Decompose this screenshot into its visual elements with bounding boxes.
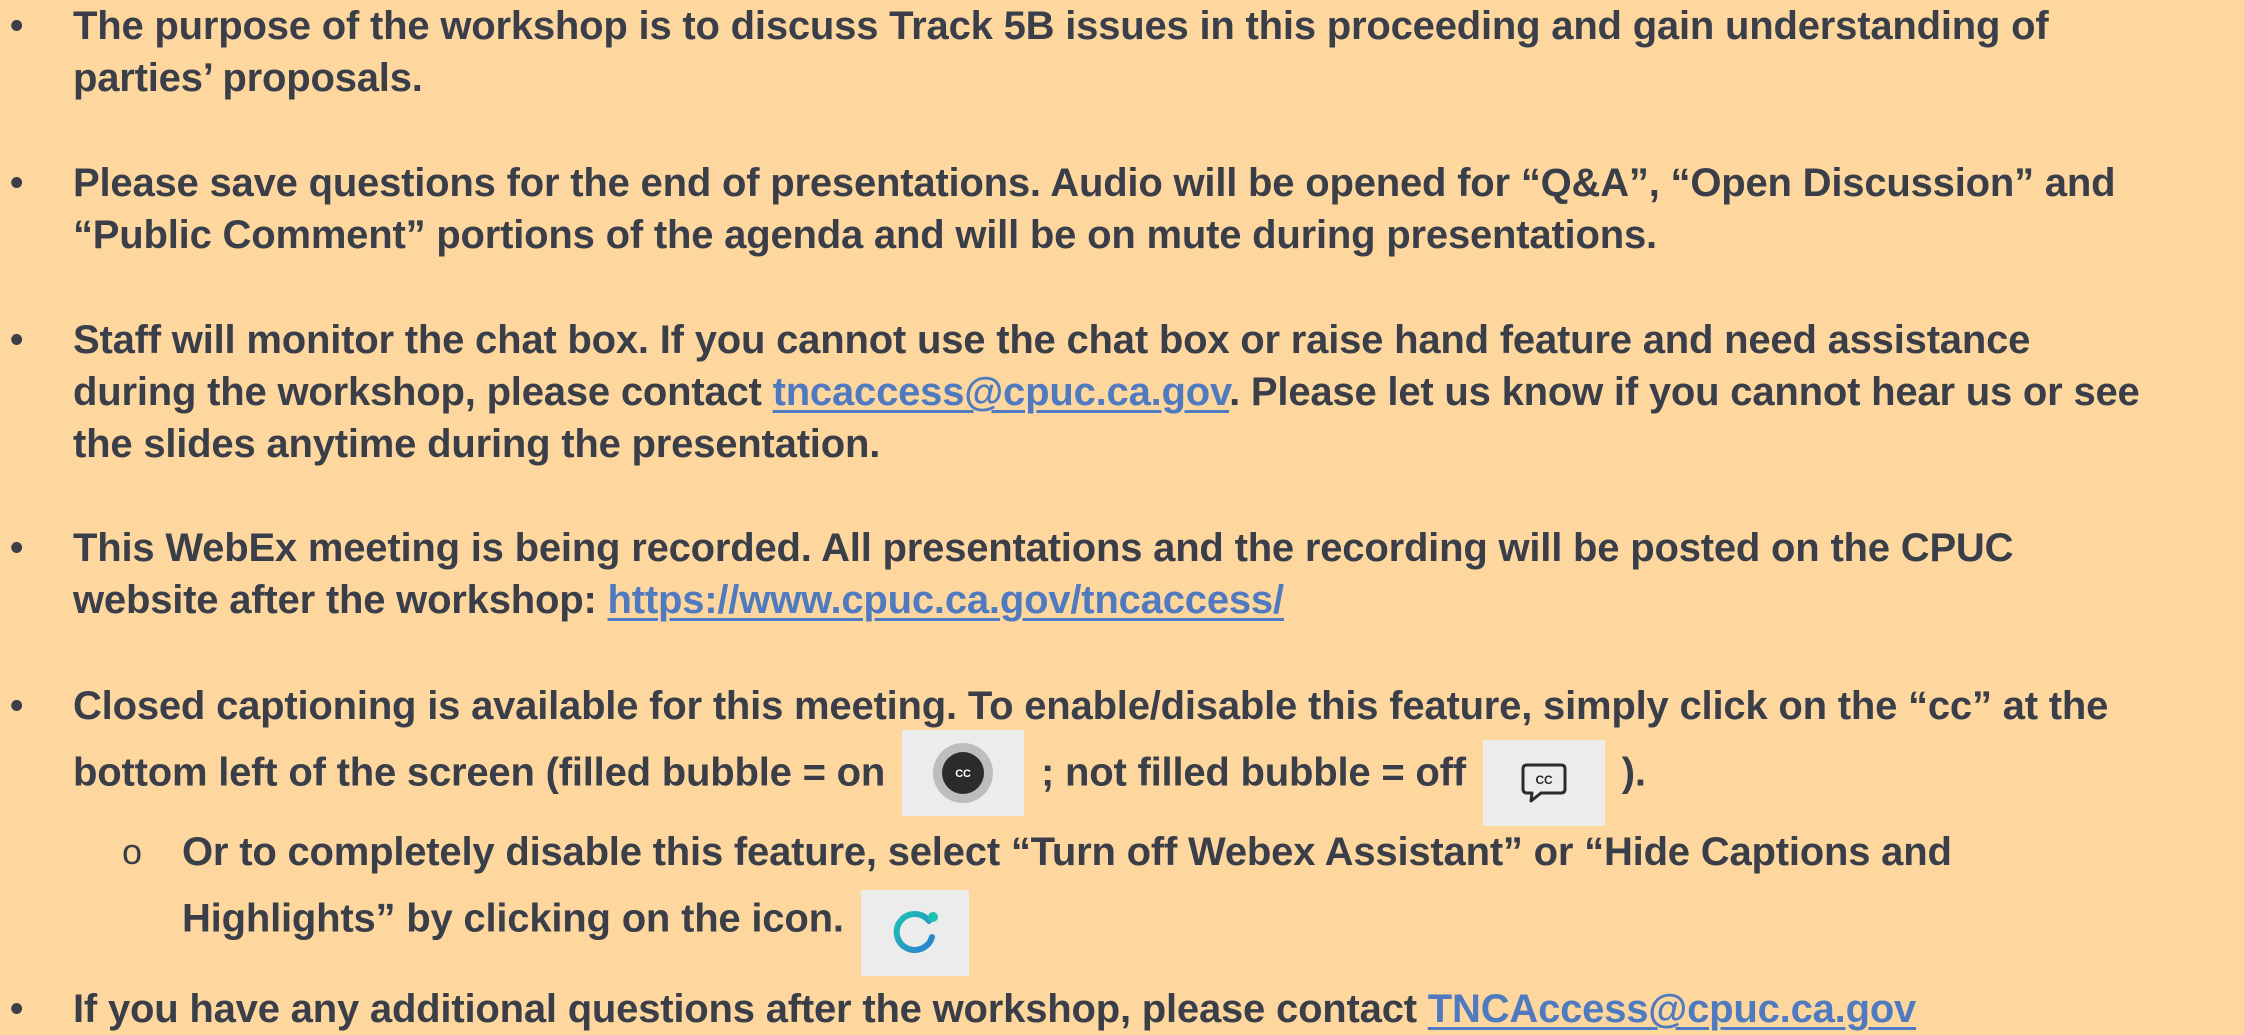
email-link-tncaccess-upper[interactable]: TNCAccess@cpuc.ca.gov xyxy=(1428,987,1917,1031)
sub-bullet-marker: o xyxy=(122,831,143,872)
bullet-questions: Please save questions for the end of pre… xyxy=(73,157,2233,261)
email-link-tncaccess[interactable]: tncaccess@cpuc.ca.gov xyxy=(773,370,1230,414)
bullet-marker: • xyxy=(10,988,24,1030)
bullet-line: The purpose of the workshop is to discus… xyxy=(73,4,2049,48)
bullet-marker: • xyxy=(10,162,24,204)
svg-text:CC: CC xyxy=(955,768,971,780)
bullet-text: during the workshop, please contact xyxy=(73,370,773,414)
bullet-closed-captioning: Closed captioning is available for this … xyxy=(73,680,2233,826)
bullet-marker: • xyxy=(10,527,24,569)
bullet-line: Or to completely disable this feature, s… xyxy=(182,830,1952,874)
bullet-line: parties’ proposals. xyxy=(73,56,423,100)
slide: • The purpose of the workshop is to disc… xyxy=(0,0,2244,1031)
bullet-line: If you have any additional questions aft… xyxy=(73,983,2233,1035)
bullet-text: Highlights” by clicking on the icon. xyxy=(182,896,855,941)
sub-bullet-disable-captions: Or to completely disable this feature, s… xyxy=(182,826,2232,976)
bullet-purpose: The purpose of the workshop is to discus… xyxy=(73,0,2233,104)
bullet-text: ). xyxy=(1610,750,1646,795)
bullet-line: website after the workshop: https://www.… xyxy=(73,574,2233,626)
webex-assistant-icon xyxy=(860,890,969,976)
bullet-text: If you have any additional questions aft… xyxy=(73,987,1428,1031)
bullet-recording: This WebEx meeting is being recorded. Al… xyxy=(73,522,2233,626)
bullet-text: ; not filled bubble = off xyxy=(1030,750,1477,795)
bullet-line: during the workshop, please contact tnca… xyxy=(73,366,2233,418)
bullet-line: the slides anytime during the presentati… xyxy=(73,422,881,466)
cc-outline-bubble-icon: CC xyxy=(1482,740,1605,826)
bullet-line: “Public Comment” portions of the agenda … xyxy=(73,213,1657,257)
bullet-line: Highlights” by clicking on the icon. xyxy=(182,878,2232,976)
cc-filled-bubble-icon: CC xyxy=(902,730,1025,816)
bullet-text: . Please let us know if you cannot hear … xyxy=(1229,370,2140,414)
bullet-line: Please save questions for the end of pre… xyxy=(73,161,2116,205)
bullet-text: website after the workshop: xyxy=(73,578,608,622)
bullet-marker: • xyxy=(10,685,24,727)
bullet-line: Closed captioning is available for this … xyxy=(73,684,2109,728)
svg-text:CC: CC xyxy=(1535,773,1552,787)
cpuc-website-link[interactable]: https://www.cpuc.ca.gov/tncaccess/ xyxy=(608,578,1285,622)
bullet-marker: • xyxy=(10,319,24,361)
bullet-line: This WebEx meeting is being recorded. Al… xyxy=(73,526,2014,570)
bullet-chat-box: Staff will monitor the chat box. If you … xyxy=(73,314,2233,470)
bullet-line: bottom left of the screen (filled bubble… xyxy=(73,730,2233,826)
bullet-line: Staff will monitor the chat box. If you … xyxy=(73,318,2031,362)
bullet-text: bottom left of the screen (filled bubble… xyxy=(73,750,897,795)
bullet-additional-questions: If you have any additional questions aft… xyxy=(73,983,2233,1035)
bullet-marker: • xyxy=(10,5,24,47)
